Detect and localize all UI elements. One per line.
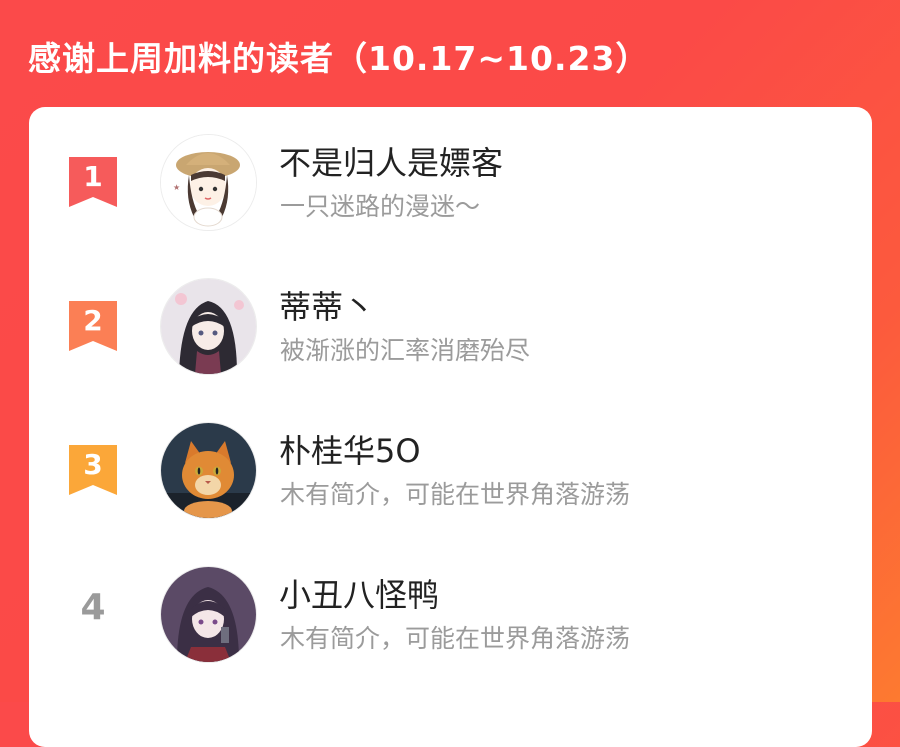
rank-3-ribbon-icon: 3 [69,445,117,495]
rank-number: 1 [83,160,103,193]
reader-name[interactable]: 蒂蒂丶 [279,282,375,328]
header-title: 感谢上周加料的读者（10.17~10.23） [28,39,650,78]
reader-bio: 被渐涨的汇率消磨殆尽 [280,336,531,365]
reader-row-4[interactable]: 4 小丑八怪鸭 木有简介，可能在世界角落游荡 [29,567,872,677]
anime-girl-avatar[interactable] [161,279,256,374]
reader-row-1[interactable]: 1 ★ 不是归人是嫖客 一只迷路的漫迷～ [29,135,872,245]
reader-bio: 一只迷路的漫迷～ [280,192,481,221]
reader-list-card: 1 ★ 不是归人是嫖客 一只迷路的漫迷～ 2 蒂蒂丶 被渐涨的汇率消磨殆尽 3 … [29,107,872,747]
girl-with-hat-avatar[interactable]: ★ [161,135,256,230]
reader-name[interactable]: 小丑八怪鸭 [279,570,439,616]
reader-name[interactable]: 朴桂华5O [279,426,421,472]
orange-cat-avatar[interactable] [161,423,256,518]
reader-name[interactable]: 不是归人是嫖客 [279,138,503,184]
rank-number: 4 [80,587,106,628]
reader-row-2[interactable]: 2 蒂蒂丶 被渐涨的汇率消磨殆尽 [29,279,872,389]
rank-2-ribbon-icon: 2 [69,301,117,351]
svg-text:★: ★ [173,183,180,192]
reader-bio: 木有简介，可能在世界角落游荡 [280,480,631,509]
anime-girl-dark-avatar[interactable] [161,567,256,662]
reader-row-3[interactable]: 3 朴桂华5O 木有简介，可能在世界角落游荡 [29,423,872,533]
rank-number: 2 [83,304,103,337]
rank-number: 3 [83,448,103,481]
rank-1-ribbon-icon: 1 [69,157,117,207]
reader-bio: 木有简介，可能在世界角落游荡 [280,624,631,653]
